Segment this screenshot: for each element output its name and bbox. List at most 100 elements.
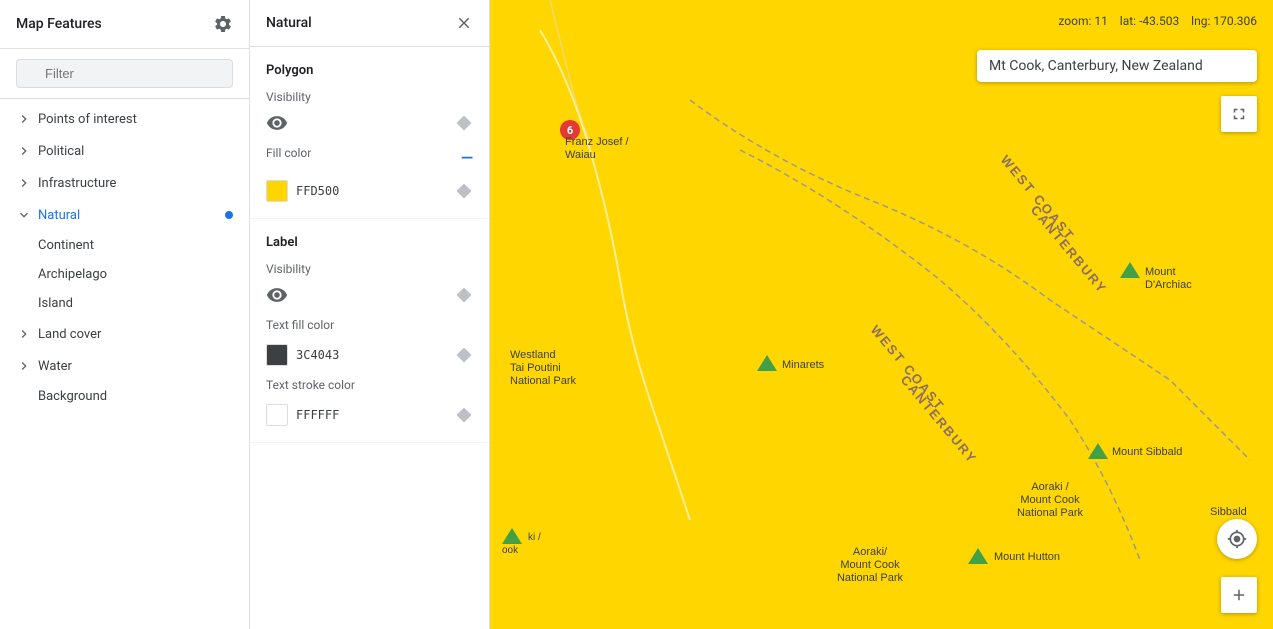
polygon-section: Polygon Visibility Fill color — FFD500: [250, 47, 489, 219]
visibility-label: Visibility: [266, 90, 473, 104]
sidebar-item-label: Land cover: [38, 327, 101, 342]
map-label-aoraki-bottom1: Aoraki/: [853, 546, 888, 558]
sidebar-header: Map Features: [0, 0, 249, 49]
sidebar: Map Features Points of interest Politica…: [0, 0, 250, 629]
sidebar-sub-item-continent[interactable]: Continent: [0, 231, 249, 260]
filter-bar: [0, 49, 249, 99]
sub-item-label: Island: [38, 296, 73, 311]
text-stroke-color-swatch[interactable]: [266, 404, 288, 426]
sidebar-item-points-of-interest[interactable]: Points of interest: [0, 103, 249, 135]
map-label-waiau: Waiau: [565, 149, 596, 161]
text-stroke-color-field[interactable]: FFFFFF: [266, 404, 339, 426]
map-label-franz-josef: Franz Josef /: [565, 136, 630, 148]
label-visibility-row: [266, 284, 473, 306]
map-label-aoraki2: Mount Cook: [1020, 494, 1080, 506]
panel: Natural Polygon Visibility Fill color —: [250, 0, 490, 629]
map-label-darchiac2: D'Archiac: [1145, 279, 1192, 291]
fill-color-swatch[interactable]: [266, 180, 288, 202]
lng-label: lng:: [1191, 14, 1210, 28]
map-label-aoraki-left: ki /: [528, 532, 541, 543]
text-fill-color-value: 3C4043: [296, 348, 339, 362]
visibility-row: [266, 112, 473, 134]
search-value: Mt Cook, Canterbury, New Zealand: [989, 58, 1203, 74]
sidebar-item-label: Natural: [38, 208, 80, 223]
map-marker-aoraki-left: [502, 528, 522, 544]
map-label-sibbald2: Sibbald: [1210, 506, 1247, 518]
minus-icon[interactable]: —: [461, 148, 473, 167]
sidebar-item-label: Infrastructure: [38, 176, 116, 191]
map-svg: 6 WEST COAST CANTERBURY WEST COAST CANTE…: [490, 0, 1273, 629]
sidebar-item-political[interactable]: Political: [0, 135, 249, 167]
map-label-aoraki3: National Park: [1017, 507, 1084, 519]
text-fill-color-row: 3C4043: [266, 344, 473, 366]
chevron-right-icon: [16, 143, 32, 159]
sidebar-item-infrastructure[interactable]: Infrastructure: [0, 167, 249, 199]
chevron-down-icon: [16, 207, 32, 223]
text-stroke-color-row: FFFFFF: [266, 404, 473, 426]
map-marker-sibbald: [1088, 443, 1108, 459]
fill-color-row: FFD500: [266, 180, 473, 202]
lat-label: lat:: [1120, 14, 1136, 28]
zoom-in-button[interactable]: [1221, 577, 1257, 613]
close-icon[interactable]: [455, 14, 473, 32]
map-label-minarets: Minarets: [782, 359, 825, 371]
sidebar-item-label: Political: [38, 144, 84, 159]
map-label-hutton: Mount Hutton: [994, 551, 1060, 563]
sidebar-item-label: Points of interest: [38, 112, 137, 127]
chevron-right-icon: [16, 175, 32, 191]
search-box: Mt Cook, Canterbury, New Zealand: [977, 50, 1257, 82]
sidebar-sub-item-island[interactable]: Island: [0, 289, 249, 318]
diamond-icon-2[interactable]: [455, 182, 473, 200]
map-container[interactable]: zoom: 11 lat: -43.503 lng: 170.306 Mt Co…: [490, 0, 1273, 629]
map-topbar: zoom: 11 lat: -43.503 lng: 170.306: [1042, 0, 1273, 42]
gear-icon[interactable]: [213, 14, 233, 34]
eye-icon[interactable]: [266, 112, 288, 134]
lat-value: -43.503: [1139, 14, 1179, 28]
map-label-sibbald: Mount Sibbald: [1112, 446, 1182, 458]
eye-icon-2[interactable]: [266, 284, 288, 306]
map-label-westland2: Tai Poutini: [510, 362, 561, 374]
diamond-icon-3[interactable]: [455, 286, 473, 304]
sidebar-item-background[interactable]: Background: [0, 382, 249, 411]
label-visibility-label: Visibility: [266, 262, 473, 276]
map-label-west-coast-1: WEST COAST: [998, 152, 1078, 243]
fill-color-field[interactable]: FFD500: [266, 180, 339, 202]
nav-items: Points of interest Political Infrastruct…: [0, 99, 249, 629]
text-fill-color-label: Text fill color: [266, 318, 473, 332]
chevron-right-icon: [16, 111, 32, 127]
map-label-canterbury-1: CANTERBURY: [1028, 202, 1111, 296]
lng-value: 170.306: [1213, 14, 1257, 28]
location-button[interactable]: [1217, 519, 1257, 559]
fullscreen-icon: [1230, 105, 1248, 123]
map-marker-darchiac: [1120, 262, 1140, 278]
chevron-right-icon: [16, 358, 32, 374]
diamond-icon-5[interactable]: [455, 406, 473, 424]
plus-icon: [1230, 586, 1248, 604]
sub-item-label: Continent: [38, 238, 94, 253]
sidebar-item-natural[interactable]: Natural: [0, 199, 249, 231]
diamond-icon-4[interactable]: [455, 346, 473, 364]
filter-input[interactable]: [16, 59, 233, 88]
sidebar-item-label: Background: [38, 389, 107, 404]
fullscreen-button[interactable]: [1221, 96, 1257, 132]
map-label-westland1: Westland: [510, 349, 556, 361]
panel-header: Natural: [250, 0, 489, 47]
sidebar-item-land-cover[interactable]: Land cover: [0, 318, 249, 350]
text-fill-color-swatch[interactable]: [266, 344, 288, 366]
map-label-westland3: National Park: [510, 375, 577, 387]
diamond-icon[interactable]: [455, 114, 473, 132]
fill-color-value: FFD500: [296, 184, 339, 198]
map-label-aoraki-left2: ook: [502, 545, 519, 556]
chevron-right-icon: [16, 326, 32, 342]
map-label-canterbury-2: CANTERBURY: [898, 372, 981, 466]
map-marker-minarets: [757, 355, 777, 371]
fill-color-label: Fill color: [266, 146, 311, 160]
active-indicator: [225, 211, 233, 219]
sidebar-item-water[interactable]: Water: [0, 350, 249, 382]
text-stroke-color-value: FFFFFF: [296, 408, 339, 422]
sidebar-sub-item-archipelago[interactable]: Archipelago: [0, 260, 249, 289]
map-label-darchiac: Mount: [1145, 266, 1176, 278]
sidebar-title: Map Features: [16, 16, 102, 32]
zoom-value: 11: [1094, 14, 1108, 28]
text-fill-color-field[interactable]: 3C4043: [266, 344, 339, 366]
